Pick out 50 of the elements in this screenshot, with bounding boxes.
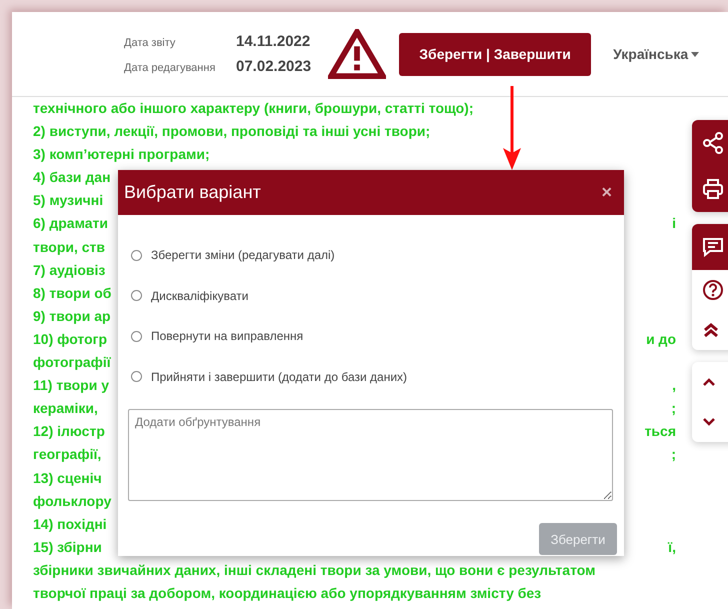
document-text: 15) збірни <box>33 538 102 557</box>
document-text: географії, <box>33 445 102 464</box>
document-text: 14) похідні <box>33 514 107 534</box>
dialog-title: Вибрати варіант <box>124 182 261 203</box>
option-label[interactable]: Зберегти зміни (редагувати далі) <box>151 248 335 262</box>
document-text: 9) твори ар <box>33 306 111 326</box>
document-text: ; <box>671 399 676 418</box>
caret-icon <box>691 52 700 56</box>
document-text: технічного або іншого характеру (книги, брошури, статті тощо); <box>33 99 474 118</box>
document-text: ться <box>644 422 676 442</box>
radio-button[interactable] <box>131 371 142 382</box>
radio-button[interactable] <box>131 250 142 261</box>
edit-date: 07.02.2023 <box>236 58 312 75</box>
save-finish-button[interactable]: Зберегти | Завершити <box>399 32 592 76</box>
document-text: кераміки, <box>33 399 98 418</box>
document-text: збірники звичайних даних, інші складені твори за умови, що вони є результатом <box>33 560 596 580</box>
document-text: ї, <box>668 538 676 557</box>
edit-date-label: Дата редагування <box>124 62 216 74</box>
document-text: 13) сценіч <box>33 468 102 488</box>
document-text: ; <box>671 445 676 464</box>
option-label[interactable]: Прийняти і завершити (додати до бази даних) <box>151 370 408 384</box>
document-text: 11) твори у <box>33 376 110 396</box>
document-text: 3) комп’ютерні програми; <box>33 145 210 164</box>
report-date-label: Дата звіту <box>124 37 176 49</box>
document-text: 6) драмати <box>33 214 108 234</box>
option-label[interactable]: Дискваліфікувати <box>151 288 248 303</box>
radio-button[interactable] <box>131 290 142 302</box>
option-label[interactable]: Повернути на виправлення <box>151 329 304 344</box>
report-date: 14.11.2022 <box>236 33 312 50</box>
document-text: 12) ілюстр <box>33 422 105 442</box>
document-text: 4) бази дан <box>33 168 111 188</box>
document-text: і <box>672 214 676 234</box>
justification-field[interactable]: Додати обґрунтування <box>128 409 613 501</box>
document-text: фольклору <box>33 492 112 511</box>
comment-icon[interactable] <box>692 224 728 270</box>
radio-button[interactable] <box>131 330 142 342</box>
document-text: , <box>672 376 676 396</box>
document-text: и до <box>646 330 676 349</box>
document-text: твори, ств <box>33 238 106 257</box>
close-button[interactable]: × <box>601 182 612 203</box>
document-text: фотографії <box>33 353 111 372</box>
document-text: творчої праці за добором, координацією або упорядкуванням змісту без <box>33 584 542 603</box>
warning-icon <box>328 29 386 79</box>
document-text: 8) твори об <box>33 284 112 303</box>
document-text: 7) аудіовіз <box>33 260 106 280</box>
arrow-icon <box>500 86 524 170</box>
language-dropdown[interactable]: Українська <box>613 46 700 62</box>
document-text: 10) фотогр <box>33 330 107 349</box>
document-text: 2) виступи, лекції, промови, проповіді та інші усні твори; <box>33 122 430 142</box>
document-text: 5) музичні <box>33 191 104 210</box>
